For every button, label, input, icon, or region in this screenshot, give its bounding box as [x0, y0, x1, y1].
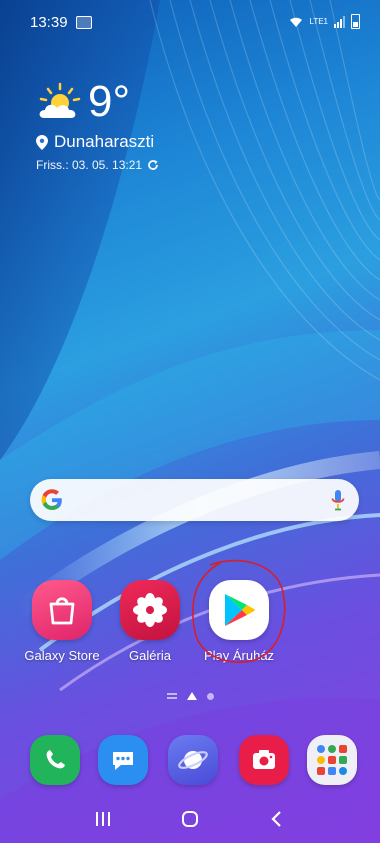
internet-icon[interactable] [168, 735, 218, 785]
highlight-annotation [192, 559, 286, 663]
camera-icon[interactable] [239, 735, 289, 785]
gallery-icon [120, 580, 180, 640]
partly-sunny-icon [39, 82, 81, 118]
app-galaxy-store[interactable]: Galaxy Store [22, 580, 102, 663]
network-label: LTE1 [309, 16, 328, 26]
app-label: Galaxy Store [24, 648, 100, 663]
home-icon [181, 811, 198, 827]
temperature: 9° [88, 77, 131, 126]
page-indicator [0, 692, 380, 700]
wifi-icon [290, 17, 303, 27]
location-name: Dunaharaszti [54, 132, 155, 151]
status-bar: 13:39 LTE1 [0, 0, 380, 40]
google-search-bar[interactable] [30, 479, 359, 521]
weather-widget[interactable]: 9° Dunaharaszti Friss.: 03. 05. 13:21 [36, 80, 159, 172]
app-label: Galéria [129, 648, 171, 663]
last-updated: Friss.: 03. 05. 13:21 [36, 158, 143, 172]
home-screen: 13:39 LTE1 9° Dunaharaszti Friss.: 03. 0… [0, 0, 380, 843]
page-dot [206, 692, 214, 700]
google-logo-icon [41, 489, 62, 510]
back-button[interactable] [257, 804, 297, 834]
messages-icon[interactable] [98, 735, 148, 785]
back-icon [271, 811, 281, 827]
screen-capture-icon [76, 16, 92, 29]
refresh-icon[interactable] [147, 159, 159, 171]
galaxy-store-icon [32, 580, 92, 640]
home-button[interactable] [170, 804, 210, 834]
home-page-icon [186, 692, 197, 700]
page-list-icon [166, 693, 177, 699]
app-gallery[interactable]: Galéria [110, 580, 190, 663]
location-pin-icon [36, 134, 48, 150]
recent-apps-icon [96, 812, 111, 826]
recent-apps-button[interactable] [83, 804, 123, 834]
signal-icon [334, 15, 345, 28]
battery-icon [351, 14, 360, 29]
google-folder-icon[interactable] [307, 735, 357, 785]
status-time: 13:39 [30, 14, 68, 31]
status-indicators: LTE1 [289, 14, 360, 29]
dock [0, 735, 380, 795]
microphone-icon[interactable] [331, 489, 345, 511]
phone-icon[interactable] [30, 735, 80, 785]
navigation-bar [0, 795, 380, 843]
